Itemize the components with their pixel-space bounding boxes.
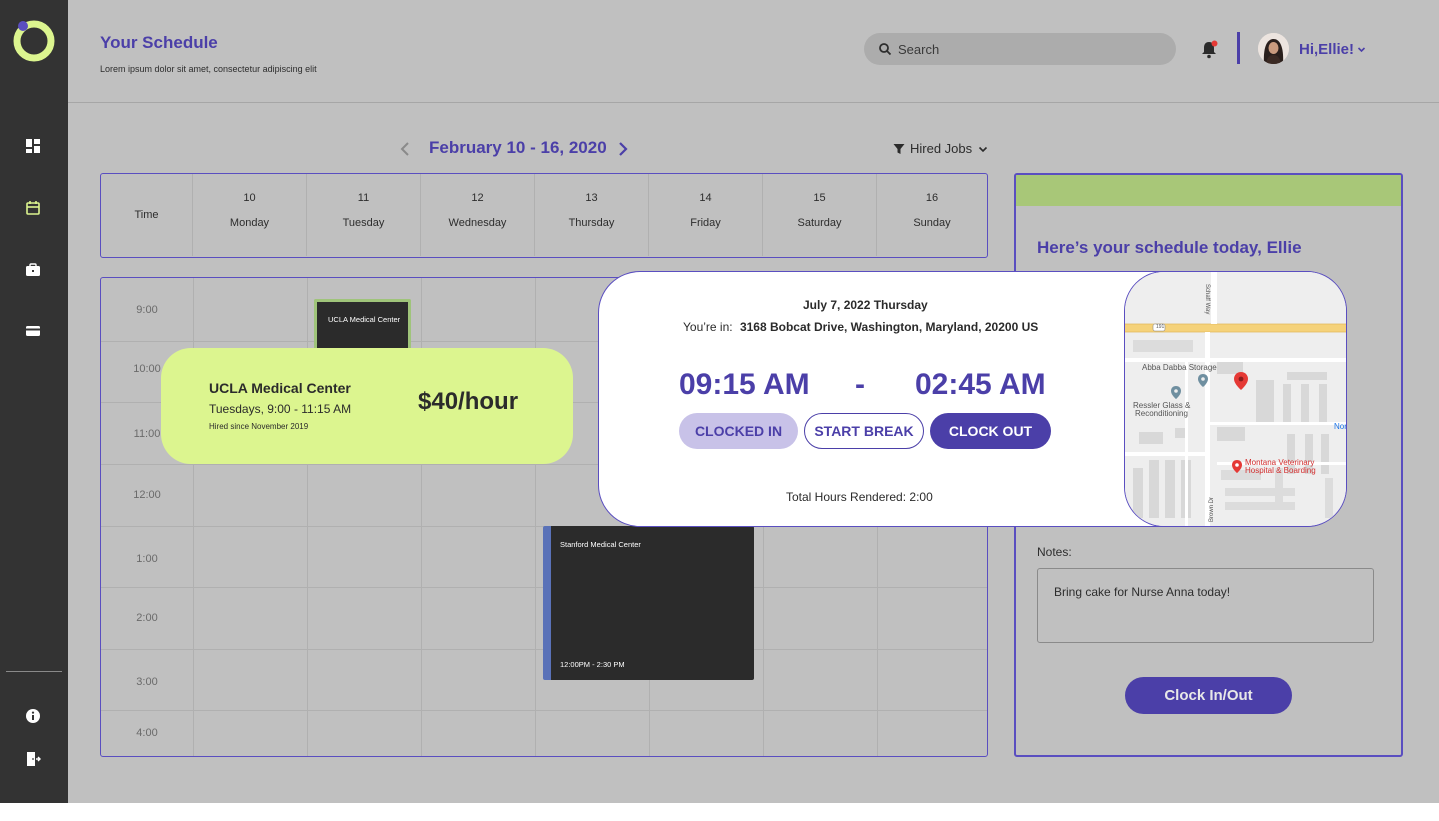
briefcase-icon[interactable]	[22, 259, 44, 281]
bottom-strip	[0, 803, 1439, 821]
greeting-text: Hi,Ellie!	[1299, 41, 1355, 58]
day-header-friday[interactable]: 14 Friday	[649, 174, 763, 256]
time-in: 09:15 AM	[679, 368, 810, 401]
clock-out-button[interactable]: CLOCK OUT	[930, 413, 1051, 449]
day-header-sunday[interactable]: 16 Sunday	[877, 174, 987, 256]
map-graphic	[1125, 272, 1346, 526]
header-divider-vertical	[1237, 32, 1240, 64]
chevron-down-icon	[979, 146, 988, 152]
location-map[interactable]: Schaff Way 191 Abba Dabba Storage Ressle…	[1124, 271, 1347, 527]
day-header-monday[interactable]: 10 Monday	[193, 174, 307, 256]
clock-in-out-button[interactable]: Clock In/Out	[1125, 677, 1292, 714]
event-ucla-medical-center[interactable]: UCLA Medical Center	[314, 299, 411, 351]
filter-label: Hired Jobs	[910, 141, 973, 156]
map-place-label: Hospital & Boarding	[1245, 466, 1316, 475]
time-label: 1:00	[136, 553, 158, 565]
event-time: 12:00PM - 2:30 PM	[560, 660, 625, 669]
day-number: 10	[243, 192, 256, 204]
time-label: 4:00	[136, 727, 158, 739]
clock-location: You’re in: 3168 Bobcat Drive, Washington…	[683, 320, 1038, 334]
day-name: Friday	[690, 217, 721, 229]
day-name: Sunday	[913, 217, 951, 229]
day-header-wednesday[interactable]: 12 Wednesday	[421, 174, 535, 256]
user-greeting[interactable]: Hi,Ellie!	[1299, 41, 1366, 58]
filter-icon	[893, 143, 905, 154]
job-rate: $40/hour	[418, 388, 519, 415]
job-detail-card[interactable]: UCLA Medical Center Tuesdays, 9:00 - 11:…	[161, 348, 573, 464]
location-address: 3168 Bobcat Drive, Washington, Maryland,…	[739, 320, 1039, 334]
event-stanford-medical-center[interactable]: Stanford Medical Center 12:00PM - 2:30 P…	[543, 526, 754, 680]
job-title: UCLA Medical Center	[209, 380, 351, 396]
day-number: 13	[585, 192, 598, 204]
filter-dropdown[interactable]: Hired Jobs	[893, 141, 989, 156]
map-place-label: Nor	[1334, 422, 1347, 431]
next-week-chevron-icon[interactable]	[616, 140, 630, 158]
day-header-saturday[interactable]: 15 Saturday	[763, 174, 877, 256]
chevron-down-icon	[1357, 47, 1366, 53]
page-subtitle: Lorem ipsum dolor sit amet, consectetur …	[100, 64, 317, 74]
day-number: 15	[813, 192, 826, 204]
page-title: Your Schedule	[100, 33, 218, 52]
notes-field[interactable]: Bring cake for Nurse Anna today!	[1037, 568, 1374, 643]
day-name: Tuesday	[342, 217, 385, 229]
event-title: Stanford Medical Center	[560, 540, 641, 549]
map-road-label: Schaff Way	[1204, 284, 1210, 315]
day-name: Thursday	[568, 217, 615, 229]
sidebar-divider	[6, 671, 62, 672]
dashboard-icon[interactable]	[22, 135, 44, 157]
time-label: 12:00	[133, 489, 161, 501]
day-header-thursday[interactable]: 13 Thursday	[535, 174, 649, 256]
sidebar	[0, 0, 68, 803]
total-hours: Total Hours Rendered: 2:00	[786, 490, 933, 504]
day-name: Wednesday	[448, 217, 507, 229]
clocked-in-button[interactable]: CLOCKED IN	[679, 413, 798, 449]
info-icon[interactable]	[22, 705, 44, 727]
panel-header-band	[1016, 175, 1401, 206]
day-header-tuesday[interactable]: 11 Tuesday	[307, 174, 421, 256]
clock-date: July 7, 2022 Thursday	[803, 298, 928, 312]
panel-title: Here’s your schedule today, Ellie	[1037, 238, 1302, 257]
time-column-header: Time	[101, 174, 193, 256]
search-icon	[879, 43, 892, 56]
grid-line	[101, 710, 987, 711]
map-place-label: Abba Dabba Storage	[1142, 363, 1217, 372]
event-title: UCLA Medical Center	[328, 315, 401, 324]
map-highway-label: 191	[1156, 324, 1165, 330]
prev-week-chevron-icon[interactable]	[398, 140, 412, 158]
time-label: 2:00	[136, 612, 158, 624]
day-number: 14	[699, 192, 712, 204]
day-number: 16	[925, 192, 939, 204]
job-hired-since: Hired since November 2019	[209, 422, 309, 431]
calendar-header: Time 10 Monday 11 Tuesday 12 Wednesday 1…	[100, 173, 988, 258]
notification-bell-icon[interactable]	[1200, 40, 1218, 59]
map-place-label: Reconditioning	[1135, 409, 1188, 418]
time-label: 3:00	[136, 676, 158, 688]
time-out: 02:45 AM	[915, 368, 1046, 401]
time-label: 9:00	[136, 304, 158, 316]
search-input[interactable]	[898, 41, 1158, 57]
day-number: 11	[357, 192, 370, 204]
avatar[interactable]	[1258, 33, 1289, 64]
day-number: 12	[471, 192, 484, 204]
calendar-icon[interactable]	[22, 197, 44, 219]
map-road-label: Brown Dr	[1209, 496, 1215, 522]
logout-icon[interactable]	[22, 748, 44, 770]
notes-label: Notes:	[1037, 545, 1072, 559]
search-bar[interactable]	[864, 33, 1176, 65]
start-break-button[interactable]: START BREAK	[804, 413, 924, 449]
day-name: Monday	[229, 217, 270, 229]
header-divider	[68, 102, 1439, 103]
week-range-label: February 10 - 16, 2020	[429, 138, 607, 157]
time-separator: -	[855, 368, 865, 401]
job-schedule: Tuesdays, 9:00 - 11:15 AM	[209, 402, 352, 416]
app-logo[interactable]	[11, 17, 57, 63]
location-prefix: You’re in:	[683, 320, 733, 334]
credit-card-icon[interactable]	[22, 320, 44, 342]
day-name: Saturday	[797, 217, 842, 229]
